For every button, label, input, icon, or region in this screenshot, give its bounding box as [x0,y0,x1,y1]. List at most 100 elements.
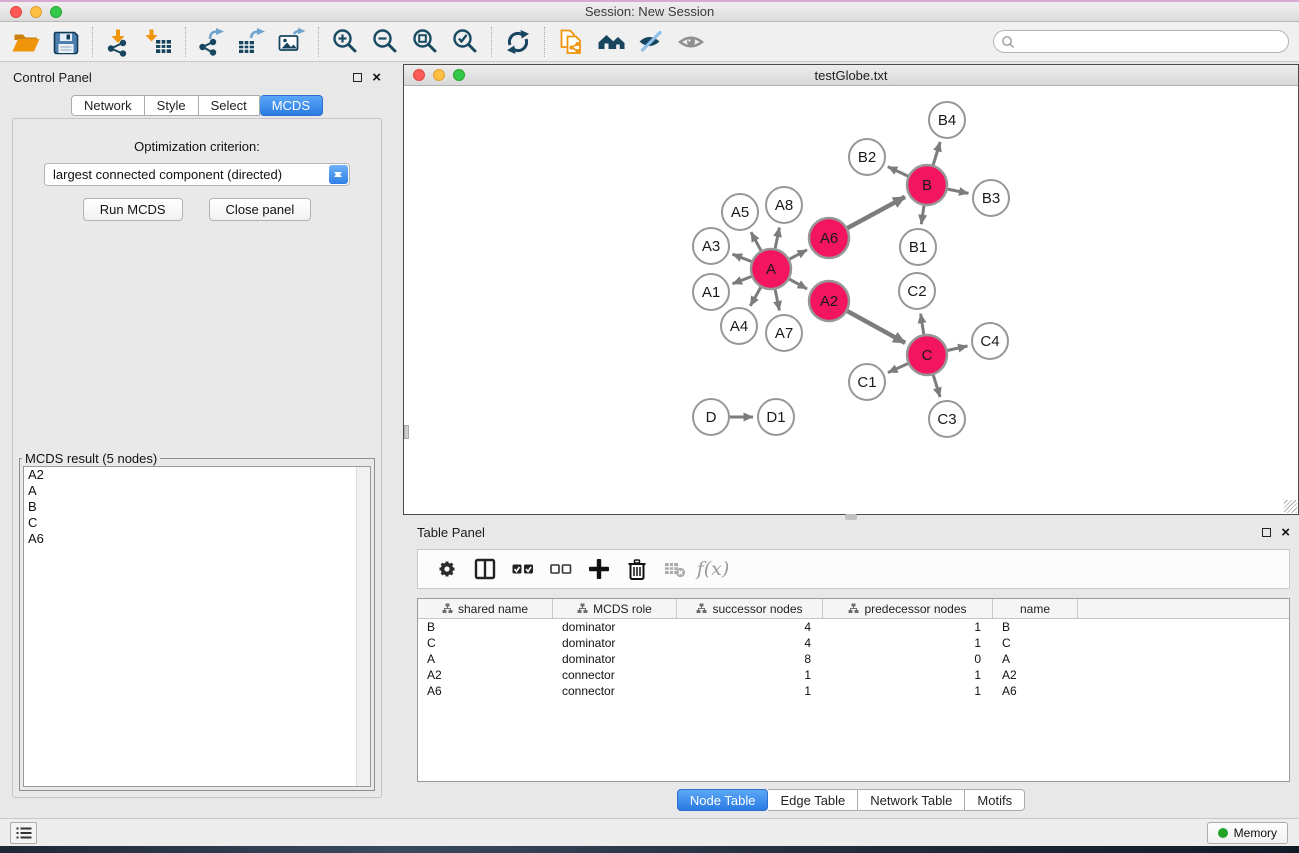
criterion-value: largest connected component (directed) [53,167,282,182]
hide-selected-button[interactable] [631,25,671,59]
cell: C [418,636,553,650]
search-field[interactable] [993,30,1289,53]
result-item-a[interactable]: A [24,483,370,499]
left-splitter-grip[interactable] [404,425,409,439]
memory-button[interactable]: Memory [1207,822,1288,844]
result-item-b[interactable]: B [24,499,370,515]
node-label-A1: A1 [702,284,720,301]
result-item-a6[interactable]: A6 [24,531,370,547]
tab-select[interactable]: Select [199,95,260,116]
mcds-result-list[interactable]: A2ABCA6 [23,466,371,787]
node-label-A6: A6 [820,230,838,247]
import-network-button[interactable] [99,25,139,59]
table-row-a6[interactable]: A6connector11A6 [418,683,1289,699]
node-label-A: A [766,261,776,278]
clear-table-button[interactable] [656,554,694,584]
result-item-c[interactable]: C [24,515,370,531]
tab-style[interactable]: Style [145,95,199,116]
open-session-button[interactable] [6,25,46,59]
node-label-C1: C1 [857,374,876,391]
control-panel-float-button[interactable] [353,73,362,82]
node-label-A4: A4 [730,318,748,335]
memory-label: Memory [1234,826,1277,840]
import-table-button[interactable] [139,25,179,59]
column-header-shared-name[interactable]: shared name [418,599,553,618]
delete-column-button[interactable] [618,554,656,584]
cell: 1 [677,668,823,682]
tab-mcds[interactable]: MCDS [260,95,323,116]
window-resize-grip[interactable] [1284,500,1297,513]
save-floppy-icon [51,27,81,57]
zoom-selected-button[interactable] [445,25,485,59]
tab-motifs[interactable]: Motifs [965,789,1025,811]
reset-view-button[interactable] [591,25,631,59]
table-row-a2[interactable]: A2connector11A2 [418,667,1289,683]
table-row-c[interactable]: Cdominator41C [418,635,1289,651]
toolbar-separator [544,27,545,57]
export-network-button[interactable] [192,25,232,59]
toolbar-separator [185,27,186,57]
control-panel-close-button[interactable]: × [372,70,381,85]
save-session-button[interactable] [46,25,86,59]
table-row-a[interactable]: Adominator80A [418,651,1289,667]
zoom-fit-button[interactable] [405,25,445,59]
result-item-a2[interactable]: A2 [24,467,370,483]
column-type-icon [848,603,859,614]
table-panel-title: Table Panel [417,525,485,540]
table-panel-close-button[interactable]: × [1281,525,1290,540]
column-header-predecessor-nodes[interactable]: predecessor nodes [823,599,993,618]
cell: A2 [993,668,1078,682]
export-table-button[interactable] [232,25,272,59]
function-builder-button[interactable]: f(x) [694,554,732,584]
eye-icon [676,27,706,57]
zoom-in-button[interactable] [325,25,365,59]
main-toolbar [0,22,1299,62]
deselect-all-button[interactable] [542,554,580,584]
cell: 4 [677,636,823,650]
run-mcds-button[interactable]: Run MCDS [83,198,183,221]
optimization-criterion-label: Optimization criterion: [13,119,381,154]
cell: 8 [677,652,823,666]
node-label-C: C [922,347,933,364]
add-column-button[interactable] [580,554,618,584]
table-panel-float-button[interactable] [1262,528,1271,537]
show-all-button[interactable] [671,25,711,59]
column-header-name[interactable]: name [993,599,1078,618]
zoom-fit-icon [410,27,440,57]
zoom-out-button[interactable] [365,25,405,59]
criterion-select[interactable]: largest connected component (directed) [44,163,350,186]
network-zoom-button[interactable] [453,69,465,81]
search-input[interactable] [1019,33,1288,51]
tab-network[interactable]: Network [71,95,145,116]
tab-edge-table[interactable]: Edge Table [768,789,858,811]
table-row-b[interactable]: Bdominator41B [418,619,1289,635]
column-type-icon [442,603,453,614]
tab-network-table[interactable]: Network Table [858,789,965,811]
memory-status-icon [1218,828,1228,838]
table-body: Bdominator41BCdominator41CAdominator80AA… [418,619,1289,699]
select-all-button[interactable] [504,554,542,584]
show-columns-button[interactable] [466,554,504,584]
table-settings-button[interactable] [428,554,466,584]
network-close-button[interactable] [413,69,425,81]
close-panel-button[interactable]: Close panel [209,198,312,221]
column-header-mcds-role[interactable]: MCDS role [553,599,677,618]
export-image-button[interactable] [272,25,312,59]
network-minimize-button[interactable] [433,69,445,81]
cell: B [418,620,553,634]
task-history-button[interactable] [10,822,37,844]
column-header-successor-nodes[interactable]: successor nodes [677,599,823,618]
gear-icon [434,556,460,582]
network-window-titlebar[interactable]: testGlobe.txt [404,65,1298,86]
clone-network-button[interactable] [551,25,591,59]
export-table-icon [237,27,267,57]
network-graph[interactable]: AA6A2BCA1A3A4A5A7A8B1B2B3B4C1C2C3C4DD1 [404,86,1298,514]
clear-table-icon [662,556,688,582]
cell: 0 [823,652,993,666]
node-label-C2: C2 [907,283,926,300]
apply-layout-button[interactable] [498,25,538,59]
node-label-A7: A7 [775,325,793,342]
tab-node-table[interactable]: Node Table [677,789,769,811]
cell: connector [553,668,677,682]
toolbar-separator [92,27,93,57]
